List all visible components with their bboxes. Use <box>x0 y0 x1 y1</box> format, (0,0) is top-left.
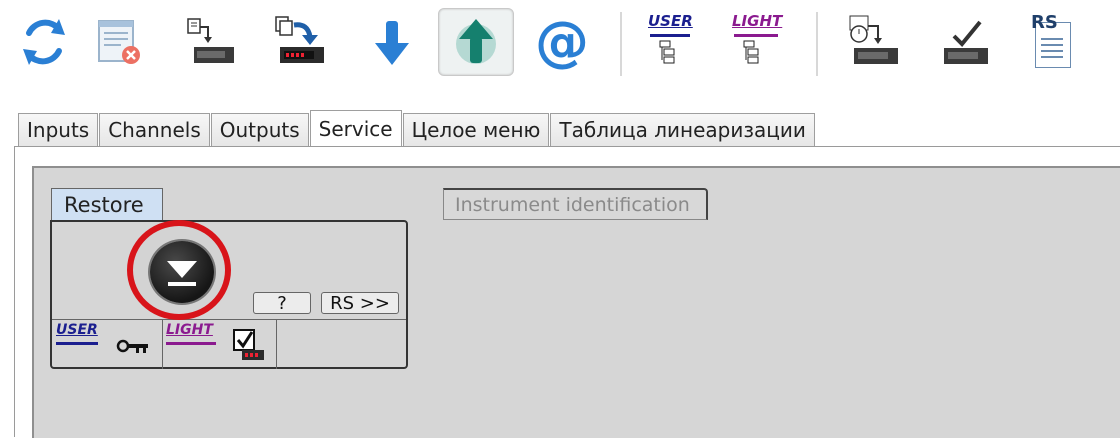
tab-inputs[interactable]: Inputs <box>18 113 99 146</box>
tab-service[interactable]: Service <box>309 110 402 147</box>
refresh-button[interactable] <box>12 10 76 74</box>
restore-divider <box>52 319 406 320</box>
device-check-icon <box>944 20 988 64</box>
tab-outputs[interactable]: Outputs <box>210 113 309 146</box>
restore-group-title: Restore <box>51 188 163 220</box>
arrow-up-icon <box>456 19 496 64</box>
device-read-icon <box>187 18 234 63</box>
upload-button[interactable] <box>438 8 514 76</box>
light-mode-icon: LIGHT <box>724 12 788 72</box>
clear-list-button[interactable] <box>88 10 152 74</box>
device-clock-icon <box>849 15 898 64</box>
rs-document-button[interactable]: RS <box>1020 10 1084 74</box>
tab-channels[interactable]: Channels <box>99 113 210 146</box>
close-list-icon <box>98 20 140 64</box>
light-mode-label: LIGHT <box>732 12 783 30</box>
rs-label: RS <box>1031 12 1058 33</box>
user-label: USER <box>56 322 98 338</box>
tab-bar: Inputs Channels Outputs Service Целое ме… <box>18 110 816 147</box>
user-mode-button[interactable]: USER <box>638 10 702 74</box>
user-mode-label: USER <box>648 12 693 30</box>
user-underline <box>56 342 98 345</box>
eject-icon <box>167 261 197 286</box>
rs-document-icon: RS <box>1027 12 1077 72</box>
device-read-button[interactable] <box>178 10 242 74</box>
toolbar-separator <box>620 12 623 76</box>
toolbar: @ USER LIGHT RS <box>0 0 1120 88</box>
key-icon <box>116 339 148 353</box>
user-mode-icon: USER <box>640 12 700 72</box>
arrow-down-icon <box>375 21 409 65</box>
light-underline <box>166 342 216 345</box>
refresh-icon <box>23 19 65 65</box>
device-write-icon <box>275 16 324 63</box>
at-button[interactable]: @ <box>530 10 594 74</box>
toolbar-separator <box>816 12 819 76</box>
tab-full-menu[interactable]: Целое меню <box>402 113 550 146</box>
device-check-small-icon <box>233 329 264 360</box>
download-button[interactable] <box>360 10 424 74</box>
at-sign-icon: @ <box>535 10 589 73</box>
device-write-button[interactable] <box>268 10 332 74</box>
rs-forward-button[interactable]: RS >> <box>321 292 399 314</box>
help-button[interactable]: ? <box>253 292 311 314</box>
light-mode-button[interactable]: LIGHT <box>724 10 788 74</box>
instrument-identification-title: Instrument identification <box>443 188 708 220</box>
restore-cell-divider <box>162 320 163 369</box>
tab-linearization-table[interactable]: Таблица линеаризации <box>550 113 815 146</box>
light-label: LIGHT <box>166 322 213 338</box>
device-clock-button[interactable] <box>840 10 904 74</box>
restore-button[interactable] <box>150 241 214 303</box>
device-check-button[interactable] <box>932 10 996 74</box>
restore-cell-divider <box>276 320 277 369</box>
